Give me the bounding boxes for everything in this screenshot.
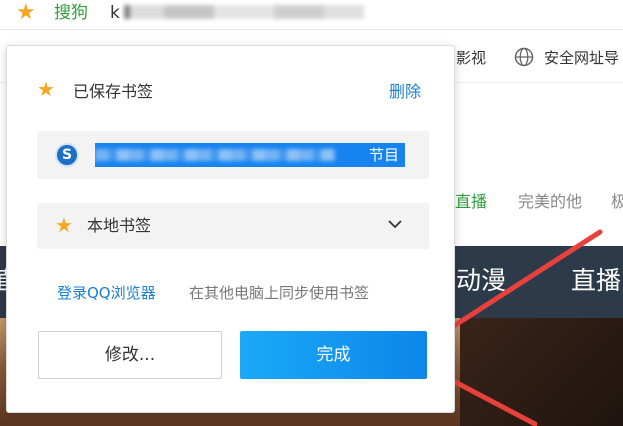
bookmark-popup: ★ 已保存书签 删除 S 节目 ★ 本地书签 登录QQ浏览器 在其他电脑上同步使… xyxy=(6,45,455,413)
delete-bookmark-link[interactable]: 删除 xyxy=(389,82,421,102)
address-url-blurred xyxy=(124,5,364,19)
done-button[interactable]: 完成 xyxy=(240,331,427,379)
sogou-icon: S xyxy=(55,143,79,167)
sync-tip-text: 在其他电脑上同步使用书签 xyxy=(189,284,370,302)
nav-item-show[interactable]: 完美的他 xyxy=(518,192,582,212)
band-item-anime[interactable]: 动漫 xyxy=(456,266,506,296)
folder-label: 本地书签 xyxy=(87,216,152,235)
bookmark-name-field[interactable]: S 节目 xyxy=(37,131,429,179)
nav-item-live[interactable]: 直播 xyxy=(455,192,487,212)
popup-title: 已保存书签 xyxy=(73,82,154,101)
address-url-prefix: k xyxy=(110,3,120,23)
address-site-name: 搜狗 xyxy=(54,3,88,23)
bookmark-name-selection[interactable]: 节目 xyxy=(95,143,405,167)
band-item-live[interactable]: 直播 xyxy=(571,266,621,296)
bookmark-name-blurred xyxy=(95,149,335,161)
login-qq-browser-link[interactable]: 登录QQ浏览器 xyxy=(57,283,156,303)
folder-star-icon: ★ xyxy=(55,213,73,237)
star-icon: ★ xyxy=(37,77,55,101)
favorites-item-safe-nav[interactable]: 安全网址导 xyxy=(544,49,619,67)
chevron-down-icon xyxy=(388,220,402,229)
globe-icon xyxy=(514,47,534,67)
favorites-item-video[interactable]: 影视 xyxy=(456,49,486,67)
banner-photo-shadow xyxy=(460,318,623,426)
nav-item-more[interactable]: 极 xyxy=(611,192,623,212)
bookmark-star-icon[interactable]: ★ xyxy=(16,1,36,25)
edit-button[interactable]: 修改... xyxy=(38,331,222,379)
address-bar[interactable]: ★ 搜狗 k xyxy=(0,0,623,30)
bookmark-name-visible: 节目 xyxy=(368,146,399,164)
bookmark-folder-select[interactable]: ★ 本地书签 xyxy=(37,203,429,249)
